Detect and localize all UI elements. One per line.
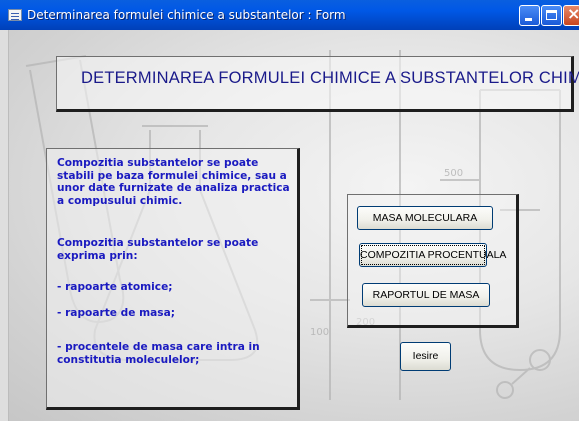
close-button[interactable]	[563, 4, 579, 26]
compozitia-procentuala-button[interactable]: COMPOZITIA PROCENTUALA	[359, 243, 506, 267]
svg-text:500: 500	[444, 168, 463, 179]
header-box: DETERMINAREA FORMULEI CHIMICE A SUBSTANT…	[56, 56, 579, 112]
info-item-atomic-ratios: - rapoarte atomice;	[57, 281, 173, 293]
info-paragraph-1: Compozitia substantelor se poate stabili…	[57, 157, 290, 207]
page-title: DETERMINAREA FORMULEI CHIMICE A SUBSTANT…	[81, 69, 579, 87]
masa-moleculara-button[interactable]: MASA MOLECULARA	[357, 206, 493, 230]
raportul-de-masa-button[interactable]: RAPORTUL DE MASA	[362, 283, 490, 307]
minimize-button[interactable]	[519, 5, 540, 26]
info-panel: Compozitia substantelor se poate stabili…	[46, 148, 300, 410]
info-item-mass-ratios: - rapoarte de masa;	[57, 307, 175, 319]
form-client-area: 500 200 100 DETERMINAREA FORMULEI CHIMIC…	[0, 30, 579, 421]
info-paragraph-2: Compozitia substantelor se poate exprima…	[57, 237, 259, 262]
exit-button[interactable]: Iesire	[400, 342, 451, 371]
form-icon[interactable]	[8, 9, 22, 21]
window-title-bar[interactable]: Determinarea formulei chimice a substant…	[0, 0, 579, 30]
window-title: Determinarea formulei chimice a substant…	[27, 8, 346, 22]
svg-text:100: 100	[310, 327, 329, 338]
maximize-button[interactable]	[541, 5, 562, 26]
info-item-mass-percentages: - procentele de masa care intra in const…	[57, 341, 260, 366]
